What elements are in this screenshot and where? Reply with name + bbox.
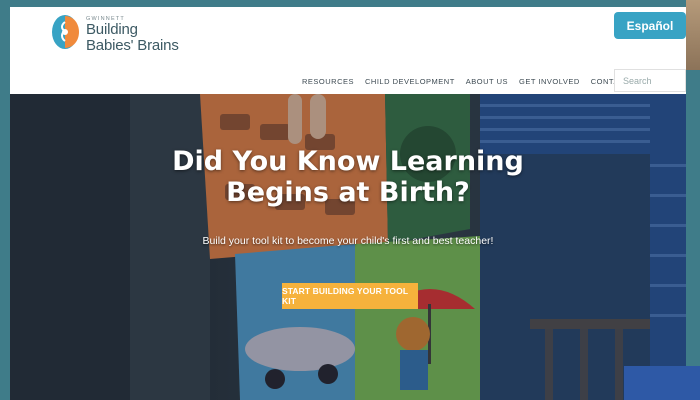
language-espanol-button[interactable]: Español (614, 12, 686, 39)
brain-logo-icon (52, 15, 79, 49)
browser-page: GWINNETT Building Babies' Brains Español… (10, 7, 686, 400)
hero-title: Did You Know Learning Begins at Birth? (160, 146, 536, 208)
site-header: GWINNETT Building Babies' Brains Español… (10, 7, 686, 94)
hero-title-line2: Begins at Birth? (226, 177, 470, 208)
nav-item-resources[interactable]: RESOURCES (302, 77, 354, 86)
nav-item-child-development[interactable]: CHILD DEVELOPMENT (365, 77, 455, 86)
hero-dim-overlay (10, 94, 686, 400)
background-photo-edge (686, 0, 700, 70)
hero-title-line1: Did You Know Learning (172, 146, 524, 177)
chat-widget-corner[interactable] (624, 366, 700, 400)
nav-item-get-involved[interactable]: GET INVOLVED (519, 77, 580, 86)
main-nav: RESOURCES CHILD DEVELOPMENT ABOUT US GET… (302, 77, 655, 86)
logo-title-line2: Babies' Brains (86, 37, 179, 54)
logo-title-line1: Building (86, 21, 138, 38)
search-input[interactable]: Search (614, 69, 686, 92)
nav-item-about-us[interactable]: ABOUT US (466, 77, 508, 86)
site-logo[interactable]: GWINNETT Building Babies' Brains (50, 12, 190, 57)
start-tool-kit-button[interactable]: START BUILDING YOUR TOOL KIT (282, 283, 418, 309)
search-placeholder: Search (623, 75, 652, 86)
hero-subtitle: Build your tool kit to become your child… (202, 235, 494, 247)
hero-banner: Did You Know Learning Begins at Birth? B… (10, 94, 686, 400)
